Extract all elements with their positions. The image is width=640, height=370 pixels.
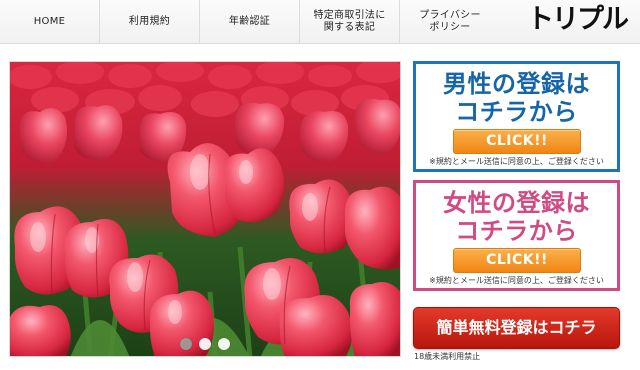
male-registration-title: 男性の登録は コチラから [443, 70, 590, 126]
main-nav: HOME 利用規約 年齢認証 特定商取引法に 関する表記 プライバシー ポリシー [0, 0, 500, 44]
site-logo[interactable]: トリプル [527, 3, 629, 37]
nav-age-verification[interactable]: 年齢認証 [200, 0, 300, 44]
female-registration-title: 女性の登録は コチラから [443, 189, 590, 245]
slider-dot-2[interactable] [199, 338, 211, 350]
easy-free-registration-button[interactable]: 簡単無料登録はコチラ [413, 307, 620, 349]
female-registration-box[interactable]: 女性の登録は コチラから CLICK!! ※規約とメール送信に同意の上、ご登録く… [413, 180, 620, 291]
slider-dots [10, 338, 400, 350]
nav-home[interactable]: HOME [0, 0, 100, 44]
slider-dot-3[interactable] [218, 338, 230, 350]
female-click-button[interactable]: CLICK!! [453, 248, 581, 273]
nav-terms[interactable]: 利用規約 [100, 0, 200, 44]
tulip-field-image [10, 62, 400, 356]
nav-commercial-law[interactable]: 特定商取引法に 関する表記 [300, 0, 400, 44]
age-restriction-note: 18歳未満利用禁止 [414, 352, 481, 361]
nav-privacy-policy[interactable]: プライバシー ポリシー [400, 0, 500, 44]
male-registration-box[interactable]: 男性の登録は コチラから CLICK!! ※規約とメール送信に同意の上、ご登録く… [413, 61, 620, 172]
female-terms-note: ※規約とメール送信に同意の上、ご登録ください [429, 276, 604, 285]
slider-dot-1[interactable] [180, 338, 192, 350]
top-navigation-bar: HOME 利用規約 年齢認証 特定商取引法に 関する表記 プライバシー ポリシー… [0, 0, 640, 44]
male-click-button[interactable]: CLICK!! [453, 129, 581, 154]
male-terms-note: ※規約とメール送信に同意の上、ご登録ください [429, 157, 604, 166]
image-slider[interactable] [9, 61, 401, 357]
